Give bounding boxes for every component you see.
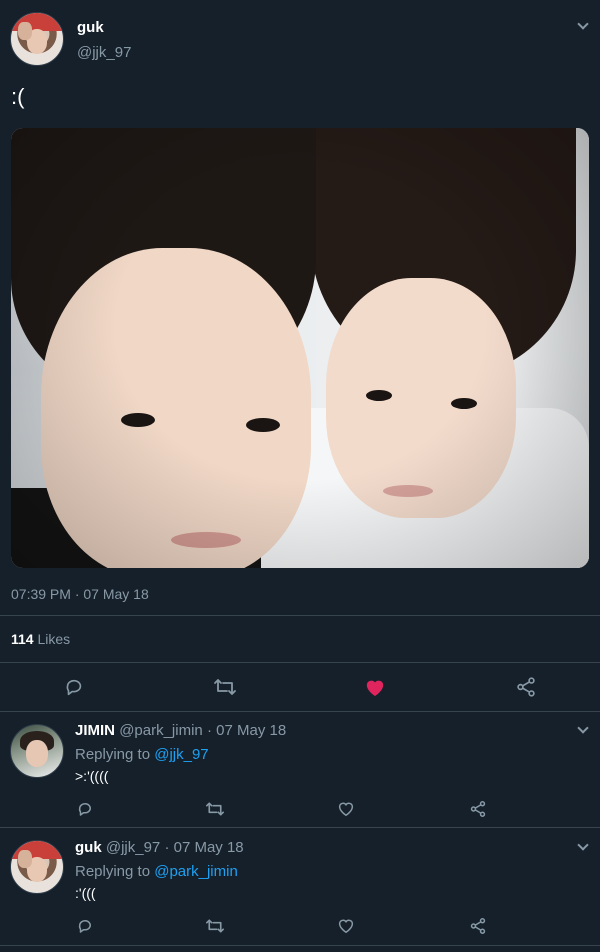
reply-date[interactable]: 07 May 18 <box>174 839 244 856</box>
reply-separator: · <box>164 839 170 856</box>
reply-separator: · <box>206 722 212 739</box>
likes-label: Likes <box>37 631 71 647</box>
reply-icon[interactable] <box>76 917 94 935</box>
reply-text: >:'(((( <box>75 768 109 784</box>
like-icon[interactable] <box>337 800 355 817</box>
divider <box>0 615 600 616</box>
reply-author-handle[interactable]: @park_jimin <box>119 722 203 739</box>
replying-to-handle[interactable]: @jjk_97 <box>154 746 208 763</box>
replying-to-label: Replying to <box>75 863 151 880</box>
reply-icon[interactable] <box>76 800 94 818</box>
reply-author-name[interactable]: JIMIN <box>75 722 115 739</box>
tweet-text: :( <box>11 84 25 109</box>
like-icon[interactable] <box>337 917 355 934</box>
photo-vignette <box>11 128 589 568</box>
likes-row[interactable]: 114 Likes <box>11 631 70 647</box>
tweet-menu-chevron-icon[interactable] <box>577 18 589 30</box>
retweet-icon[interactable] <box>213 676 237 698</box>
replying-to-label: Replying to <box>75 746 151 763</box>
avatar-hand <box>18 22 32 41</box>
share-icon[interactable] <box>469 917 487 935</box>
retweet-icon[interactable] <box>205 800 225 818</box>
reply-date[interactable]: 07 May 18 <box>216 722 286 739</box>
divider <box>0 827 600 828</box>
reply-menu-chevron-icon[interactable] <box>577 839 589 851</box>
share-icon[interactable] <box>469 800 487 818</box>
reply-header: JIMIN @park_jimin · 07 May 18 <box>75 722 286 739</box>
share-icon[interactable] <box>515 676 537 698</box>
avatar-face <box>25 739 49 767</box>
author-name[interactable]: guk <box>77 19 104 36</box>
author-handle[interactable]: @jjk_97 <box>77 44 131 61</box>
retweet-icon[interactable] <box>205 917 225 935</box>
likes-count: 114 <box>11 631 34 647</box>
avatar-hand <box>18 850 32 869</box>
reply-author-name[interactable]: guk <box>75 839 102 856</box>
reply-header: guk @jjk_97 · 07 May 18 <box>75 839 244 856</box>
divider <box>0 662 600 663</box>
reply-text: :'((( <box>75 885 96 901</box>
reply-avatar[interactable] <box>10 724 64 778</box>
heart-icon[interactable] <box>364 677 386 697</box>
reply-icon[interactable] <box>63 676 85 698</box>
reply-avatar[interactable] <box>10 840 64 894</box>
divider <box>0 711 600 712</box>
replying-to-line: Replying to @jjk_97 <box>75 746 209 763</box>
author-avatar[interactable] <box>10 12 64 66</box>
tweet-photo[interactable] <box>11 128 589 568</box>
reply-author-handle[interactable]: @jjk_97 <box>106 839 160 856</box>
tweet-timestamp[interactable]: 07:39 PM · 07 May 18 <box>11 586 149 602</box>
divider <box>0 945 600 946</box>
reply-menu-chevron-icon[interactable] <box>577 722 589 734</box>
replying-to-handle[interactable]: @park_jimin <box>154 863 238 880</box>
replying-to-line: Replying to @park_jimin <box>75 863 238 880</box>
